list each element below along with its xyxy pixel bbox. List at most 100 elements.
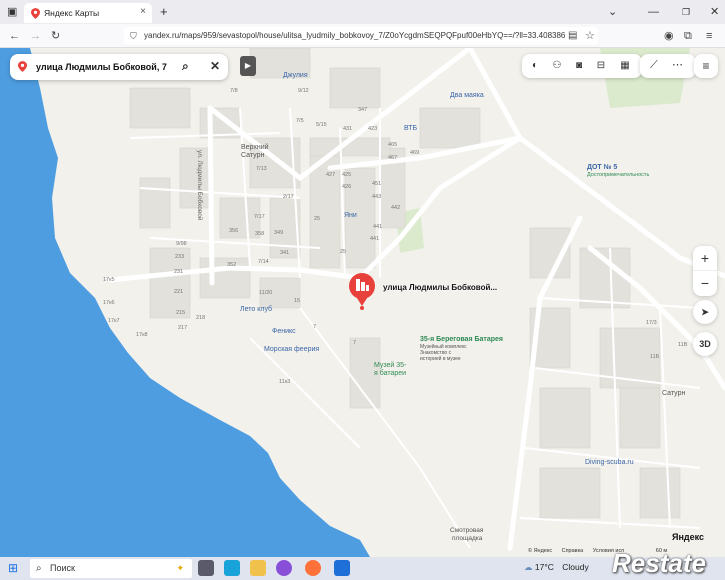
poi-label[interactable]: Феникс <box>272 328 296 335</box>
tab-close-icon[interactable]: × <box>140 6 146 17</box>
task-view-icon[interactable] <box>198 560 214 576</box>
search-icon[interactable]: ⌕ <box>182 59 189 74</box>
poi-label[interactable]: Лето клуб <box>240 306 272 313</box>
my-location-button[interactable]: ➤ <box>693 300 717 324</box>
back-icon[interactable]: ← <box>9 28 20 44</box>
district-label: Верхний <box>241 144 269 151</box>
house-number: 17/3 <box>646 320 657 326</box>
address-bar[interactable]: ⛉ yandex.ru/maps/959/sevastopol/house/ul… <box>124 27 598 45</box>
tab-title: Яндекс Карты <box>44 8 100 18</box>
house-number: 5/15 <box>316 122 327 128</box>
weather-widget[interactable]: ☁ 17°C Cloudy <box>524 562 589 573</box>
house-number: 11Б <box>650 354 660 360</box>
house-number: 347 <box>358 107 368 113</box>
collapse-panel-button[interactable]: ▶ <box>240 56 256 76</box>
poi-label[interactable]: Джулия <box>283 72 308 79</box>
stack-icon[interactable]: ▦ <box>618 59 632 73</box>
reload-icon[interactable]: ↻ <box>51 28 60 44</box>
house-number: 441 <box>373 224 383 230</box>
house-number: 9/98 <box>176 241 187 247</box>
panorama-icon[interactable]: ⚇ <box>550 59 564 73</box>
copyright-link[interactable]: © Яндекс <box>528 548 552 554</box>
poi-label[interactable]: 35-я Береговая Батарея <box>420 336 503 343</box>
taskbar-search-placeholder: Поиск <box>50 563 75 573</box>
highlights-icon: ✦ <box>176 563 184 573</box>
map-canvas[interactable]: ул. Людмилы Бобковой Верхний Сатурн Сату… <box>0 48 725 557</box>
poi-label[interactable]: Diving-scuba.ru <box>585 459 634 466</box>
location-pin-icon <box>18 61 27 72</box>
house-number: 17к5 <box>103 277 115 283</box>
bookmark-star-icon[interactable]: ☆ <box>585 28 595 44</box>
house-number: 218 <box>196 315 206 321</box>
district-label: Сатурн <box>662 390 686 397</box>
clear-search-icon[interactable]: ✕ <box>210 59 220 73</box>
house-number: 442 <box>391 205 401 211</box>
house-number: 427 <box>326 172 336 178</box>
zoom-in-button[interactable]: + <box>693 246 717 271</box>
poi-label: площадка <box>452 535 483 542</box>
house-number: 467 <box>388 155 398 161</box>
house-number: 465 <box>388 142 398 148</box>
house-number: 7/14 <box>258 259 269 265</box>
poi-label[interactable]: ВТБ <box>404 125 417 132</box>
firefox-icon[interactable] <box>305 560 321 576</box>
ruler-icon[interactable]: ⟋ <box>650 59 658 72</box>
new-tab-button[interactable]: + <box>160 4 168 20</box>
transit-icon[interactable]: ⊟ <box>594 59 608 73</box>
house-number: 9/12 <box>298 88 309 94</box>
extensions-icon[interactable]: ⧉ <box>684 28 692 44</box>
house-number: 233 <box>175 254 185 260</box>
account-icon[interactable]: ◉ <box>664 28 674 44</box>
poi-label[interactable]: Морская феерия <box>264 346 319 353</box>
maximize-button[interactable]: ❐ <box>682 4 690 20</box>
house-number: 7/5 <box>296 118 304 124</box>
selected-address-label[interactable]: улица Людмилы Бобковой... <box>383 283 497 292</box>
layers-icon[interactable]: ◐ <box>528 59 542 73</box>
edge-icon[interactable] <box>224 560 240 576</box>
tab-list-chevron-icon[interactable]: ⌄ <box>608 4 617 20</box>
more-icon[interactable]: ⋯ <box>672 58 683 71</box>
windows-start-icon[interactable]: ⊞ <box>8 561 18 575</box>
poi-sub-label: Достопримечательность <box>587 172 650 178</box>
search-box[interactable]: улица Людмилы Бобковой, 7 ⌕ ✕ <box>10 54 228 80</box>
house-number: 11к3 <box>279 379 291 385</box>
close-window-button[interactable]: ✕ <box>710 4 719 20</box>
yandex-logo: Яндекс <box>672 532 705 542</box>
house-number: 7/13 <box>256 166 267 172</box>
camera-icon[interactable]: ◙ <box>572 59 586 73</box>
house-number: 25 <box>314 216 321 222</box>
poi-label[interactable]: Два маяка <box>450 92 484 99</box>
poi-label[interactable]: я батареи <box>374 370 406 377</box>
house-number: 352 <box>227 262 237 268</box>
search-query[interactable]: улица Людмилы Бобковой, 7 <box>36 62 167 72</box>
zoom-control: + − <box>693 246 717 296</box>
poi-label[interactable]: Музей 35- <box>374 362 406 369</box>
reader-view-icon[interactable]: ▤ <box>568 28 577 44</box>
file-explorer-icon[interactable] <box>250 560 266 576</box>
zoom-out-button[interactable]: − <box>693 271 717 296</box>
house-number: 356 <box>229 228 239 234</box>
help-link[interactable]: Справка <box>562 548 584 554</box>
3d-toggle-button[interactable]: 3D <box>693 332 717 356</box>
yandex-maps-favicon-icon <box>31 8 40 19</box>
taskbar-search[interactable]: ⌕ Поиск ✦ <box>30 559 192 578</box>
site-info-icon[interactable]: ⛉ <box>130 27 137 45</box>
street-label: ул. Людмилы Бобковой <box>196 150 203 221</box>
minimize-button[interactable]: — <box>648 4 659 20</box>
app-icon[interactable] <box>334 560 350 576</box>
poi-label[interactable]: Яни <box>344 212 357 219</box>
menu-icon[interactable]: ≡ <box>694 54 718 78</box>
house-number: 215 <box>176 310 186 316</box>
poi-label[interactable]: ДОТ № 5 <box>587 164 617 171</box>
weather-text: Cloudy <box>562 562 589 572</box>
app-menu-icon[interactable]: ≡ <box>706 28 712 44</box>
browser-tab[interactable]: Яндекс Карты × <box>24 3 152 23</box>
house-number: 2/17 <box>283 194 294 200</box>
forward-icon[interactable]: → <box>30 28 41 44</box>
app-icon[interactable] <box>276 560 292 576</box>
house-number: 17к8 <box>136 332 148 338</box>
house-number: 341 <box>280 250 290 256</box>
house-number: 469 <box>410 150 420 156</box>
house-number: 426 <box>342 184 352 190</box>
tab-overview-icon[interactable]: ▣ <box>7 4 17 20</box>
